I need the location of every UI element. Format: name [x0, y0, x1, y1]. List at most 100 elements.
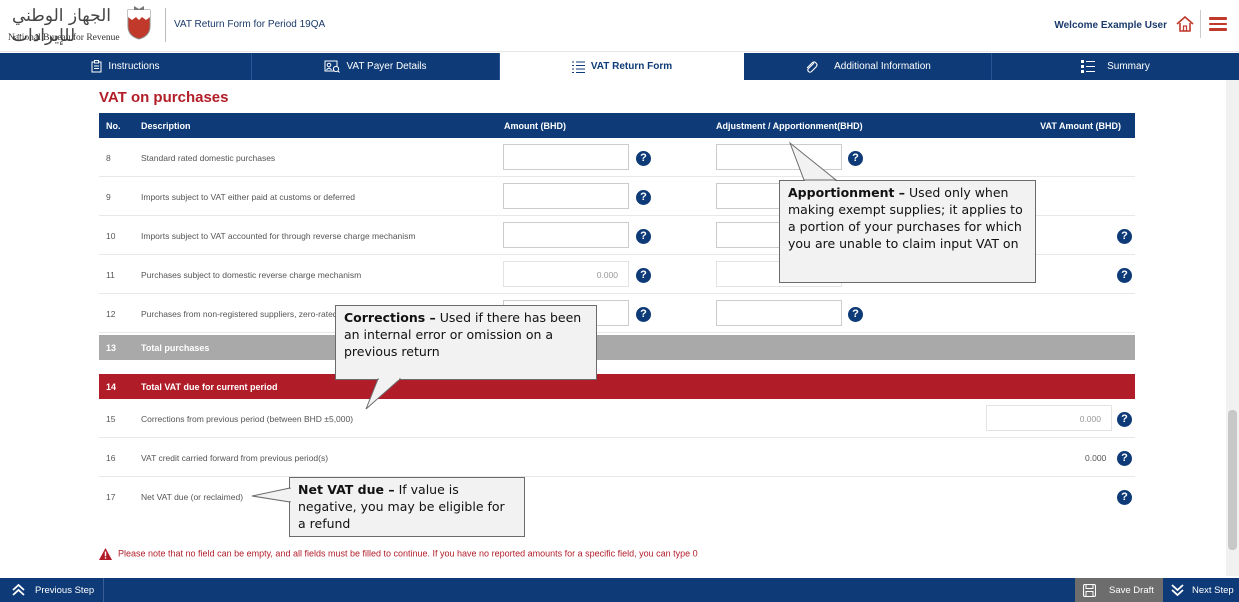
col-adjustment: Adjustment / Apportionment(BHD) [716, 121, 863, 131]
row-description: VAT credit carried forward from previous… [141, 453, 329, 463]
row-number: 8 [106, 153, 111, 163]
vat-amount-field[interactable]: 0.000 [986, 405, 1112, 431]
row-number: 15 [106, 414, 116, 424]
checklist-icon [1081, 60, 1096, 73]
help-icon[interactable]: ? [636, 229, 651, 244]
nbr-logo[interactable]: الجهاز الوطني للإيرادات National Bureau … [8, 6, 158, 46]
vertical-scrollbar[interactable] [1226, 80, 1239, 576]
row-number: 17 [106, 492, 116, 502]
row-description: Imports subject to VAT either paid at cu… [141, 192, 356, 202]
header-divider [165, 8, 166, 42]
tab-label: Summary [1107, 61, 1150, 72]
row-description: Total purchases [141, 343, 210, 353]
help-icon[interactable]: ? [1117, 229, 1132, 244]
row-description: Corrections from previous period (betwee… [141, 414, 354, 424]
help-icon[interactable]: ? [636, 151, 651, 166]
row-description: Total VAT due for current period [141, 382, 278, 392]
double-chevron-up-icon [12, 584, 25, 596]
row-number: 16 [106, 453, 116, 463]
double-chevron-down-icon [1171, 584, 1184, 596]
adjustment-input[interactable] [716, 300, 842, 326]
step-tabs: Instructions VAT Payer Details VAT Retur… [0, 53, 1239, 80]
amount-input[interactable] [503, 222, 629, 248]
tab-label: VAT Payer Details [346, 61, 427, 72]
tab-label: Instructions [108, 61, 160, 72]
tab-label: Additional Information [834, 61, 931, 72]
next-step-label: Next Step [1192, 584, 1234, 596]
home-icon[interactable] [1175, 14, 1195, 34]
corrections-callout: Corrections – Used if there has been an … [335, 305, 597, 380]
col-amount: Amount (BHD) [504, 121, 566, 131]
total-vat-due-row: 14 Total VAT due for current period [99, 374, 1135, 399]
tab-summary[interactable]: Summary [992, 53, 1239, 80]
validation-warning: Please note that no field can be empty, … [99, 548, 698, 560]
row-number: 11 [106, 270, 115, 280]
row-number: 14 [106, 382, 117, 392]
help-icon[interactable]: ? [848, 151, 863, 166]
id-card-icon [324, 60, 341, 73]
list-icon [571, 61, 585, 73]
section-title: VAT on purchases [99, 89, 229, 106]
help-icon[interactable]: ? [636, 190, 651, 205]
paperclip-icon [804, 60, 818, 74]
apportionment-callout: Apportionment – Used only when making ex… [779, 180, 1036, 283]
save-icon [1083, 583, 1096, 597]
row-number: 12 [106, 309, 116, 319]
row-number: 9 [106, 192, 111, 202]
hamburger-menu-icon[interactable] [1209, 14, 1229, 34]
clipboard-icon [91, 60, 102, 73]
help-icon[interactable]: ? [1117, 412, 1132, 427]
help-icon[interactable]: ? [1117, 490, 1132, 505]
help-icon[interactable]: ? [1117, 268, 1132, 283]
callout-pointer [251, 487, 291, 503]
footer-bar: Previous Step Save Draft Next Step [0, 578, 1239, 602]
col-no: No. [106, 121, 121, 131]
row-description: Purchases from non-registered suppliers,… [141, 309, 338, 319]
amount-input[interactable] [503, 144, 629, 170]
form-title: VAT Return Form for Period 19QA [174, 19, 326, 30]
table-row: 12 Purchases from non-registered supplie… [99, 294, 1135, 333]
total-purchases-row: 13 Total purchases [99, 335, 1135, 360]
help-icon[interactable]: ? [636, 268, 651, 283]
tab-vat-payer-details[interactable]: VAT Payer Details [252, 53, 500, 80]
row-description: Net VAT due (or reclaimed) [141, 492, 244, 502]
previous-step-label: Previous Step [35, 584, 95, 596]
menu-separator [1200, 10, 1201, 38]
help-icon[interactable]: ? [636, 307, 651, 322]
warning-icon [99, 548, 112, 560]
callout-pointer-cover [805, 180, 835, 182]
col-description: Description [141, 121, 191, 131]
tab-vat-return-form[interactable]: VAT Return Form [500, 53, 744, 80]
logo-english-text: National Bureau for Revenue [8, 33, 120, 43]
net-vat-due-callout: Net VAT due – If value is negative, you … [289, 477, 525, 537]
table-header: No. Description Amount (BHD) Adjustment … [99, 113, 1135, 138]
top-header: الجهاز الوطني للإيرادات National Bureau … [0, 0, 1239, 52]
save-draft-button[interactable]: Save Draft [1075, 578, 1163, 602]
emblem-icon [127, 6, 151, 40]
scrollbar-thumb[interactable] [1228, 410, 1237, 550]
amount-input[interactable] [503, 183, 629, 209]
row-number: 10 [106, 231, 116, 241]
help-icon[interactable]: ? [1117, 451, 1132, 466]
welcome-user-text: Welcome Example User [1054, 20, 1167, 31]
previous-step-button[interactable]: Previous Step [0, 578, 104, 602]
tab-instructions[interactable]: Instructions [0, 53, 252, 80]
warning-text: Please note that no field can be empty, … [118, 548, 698, 559]
tab-label: VAT Return Form [590, 61, 673, 72]
amount-readonly-field: 0.000 [503, 261, 629, 287]
row-description: Purchases subject to domestic reverse ch… [141, 270, 362, 280]
table-row: 8 Standard rated domestic purchases ? ? [99, 138, 1135, 177]
tab-additional-information[interactable]: Additional Information [744, 53, 992, 80]
table-row: 15 Corrections from previous period (bet… [99, 399, 1135, 438]
next-step-button[interactable]: Next Step [1163, 578, 1239, 602]
save-draft-label: Save Draft [1109, 584, 1154, 596]
row-description: Standard rated domestic purchases [141, 153, 276, 163]
row-number: 13 [106, 343, 117, 353]
callout-pointer [365, 378, 402, 410]
help-icon[interactable]: ? [848, 307, 863, 322]
vat-amount-value: 0.000 [1085, 453, 1107, 463]
table-row: 16 VAT credit carried forward from previ… [99, 438, 1135, 477]
callout-title: Corrections – [344, 310, 436, 325]
callout-title: Net VAT due – [298, 482, 395, 497]
row-description: Imports subject to VAT accounted for thr… [141, 231, 416, 241]
